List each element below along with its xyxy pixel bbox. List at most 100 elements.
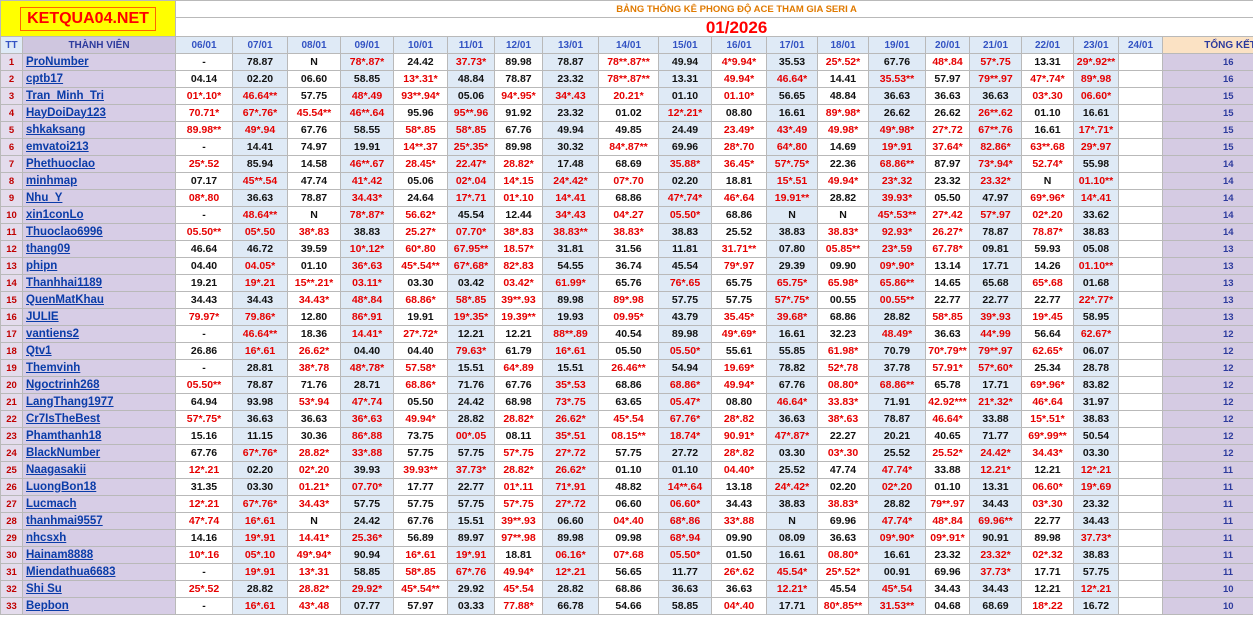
score-cell: 01.68	[1073, 274, 1120, 292]
row-number: 10	[0, 206, 23, 224]
table-row: 22 Cr7IsTheBest 57*.75* 36.63 36.63 36*.63 49.…	[0, 410, 1253, 428]
member-name-link[interactable]: Tran_Minh_Tri	[21, 87, 177, 105]
member-name-link[interactable]: vantiens2	[21, 325, 177, 343]
member-name-link[interactable]: Qtv1	[21, 342, 177, 360]
member-name-link[interactable]: Phethuoclao	[21, 155, 177, 173]
score-cell: 06.60*	[1021, 478, 1075, 496]
score-cell: 65.68	[969, 274, 1023, 292]
score-cell: 19*.21	[232, 274, 289, 292]
score-cell: 17*.71*	[1073, 121, 1120, 139]
member-name-link[interactable]: Phamthanh18	[21, 427, 177, 445]
score-cell: 24.49	[658, 121, 713, 139]
score-cell: 69.96	[925, 563, 971, 581]
member-name-link[interactable]: emvatoi213	[21, 138, 177, 156]
score-cell: 12*.21	[1073, 580, 1120, 598]
score-cell: 67.76	[287, 121, 342, 139]
score-cell: 48.84	[447, 70, 496, 88]
member-name-link[interactable]: thang09	[21, 240, 177, 258]
score-cell: 55.98	[1073, 155, 1120, 173]
score-cell: 19.91	[393, 308, 449, 326]
score-cell: 16.61	[1021, 121, 1075, 139]
member-name-link[interactable]: xin1conLo	[21, 206, 177, 224]
member-name-link[interactable]: LangThang1977	[21, 393, 177, 411]
score-cell: 49*.98*	[868, 121, 927, 139]
score-cell: 14.69	[817, 138, 870, 156]
score-cell: 90.91*	[711, 427, 768, 445]
score-cell: 58.95	[1073, 308, 1120, 326]
score-cell: 64*.89	[494, 359, 544, 377]
score-cell: 25.36*	[340, 529, 395, 547]
member-name-link[interactable]: Thuoclao6996	[21, 223, 177, 241]
score-cell: 03.42	[447, 274, 496, 292]
member-name-link[interactable]: LuongBon18	[21, 478, 177, 496]
member-name-link[interactable]: Ngoctrinh268	[21, 376, 177, 394]
score-cell: 12*.21	[175, 461, 234, 479]
header-total: TỔNG KẾT	[1162, 36, 1253, 54]
score-cell: 03*.30	[1021, 495, 1075, 513]
header-date: 23/01	[1073, 36, 1120, 54]
score-cell: 01.10	[287, 257, 342, 275]
score-cell: 06.60	[598, 495, 660, 513]
score-cell: 68.98	[494, 393, 544, 411]
score-cell: 37.73*	[969, 563, 1023, 581]
score-cell: 23.32*	[969, 546, 1023, 564]
table-row: 18 Qtv1 26.86 16*.61 26.62* 04.40 04.40 79.63* 6…	[0, 342, 1253, 360]
member-name-link[interactable]: Nhu_Y	[21, 189, 177, 207]
member-name-link[interactable]: JULIE	[21, 308, 177, 326]
member-name-link[interactable]: Naagasakii	[21, 461, 177, 479]
score-cell: 18*.22	[1021, 597, 1075, 615]
header-date: 11/01	[447, 36, 496, 54]
member-name-link[interactable]: Shi Su	[21, 580, 177, 598]
score-cell: 36.63	[925, 325, 971, 343]
member-name-link[interactable]: QuenMatKhau	[21, 291, 177, 309]
row-number: 32	[0, 580, 23, 598]
score-cell: 39.93	[340, 461, 395, 479]
member-name-link[interactable]: HayDoiDay123	[21, 104, 177, 122]
member-name-link[interactable]: Bepbon	[21, 597, 177, 615]
score-cell	[1118, 495, 1164, 513]
member-name-link[interactable]: Thanhhai1189	[21, 274, 177, 292]
member-name-link[interactable]: Cr7IsTheBest	[21, 410, 177, 428]
score-cell: 67*.76*	[232, 495, 289, 513]
score-cell: 23.32	[1073, 495, 1120, 513]
member-name-link[interactable]: thanhmai9557	[21, 512, 177, 530]
member-name-link[interactable]: minhmap	[21, 172, 177, 190]
score-cell: 08.11	[494, 427, 544, 445]
member-name-link[interactable]: shkaksang	[21, 121, 177, 139]
member-name-link[interactable]: Lucmach	[21, 495, 177, 513]
score-cell: 08.15**	[598, 427, 660, 445]
score-cell	[1118, 53, 1164, 71]
score-cell: 22.47*	[447, 155, 496, 173]
score-cell: 34.43*	[287, 495, 342, 513]
score-cell: 12.21	[447, 325, 496, 343]
score-cell: 57.75	[1073, 563, 1120, 581]
score-cell: 17.71	[766, 597, 819, 615]
member-name-link[interactable]: BlackNumber	[21, 444, 177, 462]
table-row: 19 Themvinh -28.81 38*.78 48*.78* 57.58* 15.51…	[0, 359, 1253, 377]
score-cell: 67.76	[494, 121, 544, 139]
score-cell: 45.54*	[766, 563, 819, 581]
score-cell: 19*.91	[447, 546, 496, 564]
score-cell: 25.27*	[393, 223, 449, 241]
member-name-link[interactable]: phipn	[21, 257, 177, 275]
score-cell: 18.81	[494, 546, 544, 564]
score-cell: 04*.40	[711, 597, 768, 615]
member-name-link[interactable]: Hainam8888	[21, 546, 177, 564]
score-cell: 23.49*	[711, 121, 768, 139]
member-name-link[interactable]: nhcsxh	[21, 529, 177, 547]
member-name-link[interactable]: cptb17	[21, 70, 177, 88]
row-number: 14	[0, 274, 23, 292]
score-cell: 16*.61	[542, 342, 600, 360]
score-cell: 48*.78*	[340, 359, 395, 377]
member-name-link[interactable]: Themvinh	[21, 359, 177, 377]
score-cell: 24*.42*	[542, 172, 600, 190]
score-cell: 02.20	[817, 478, 870, 496]
score-cell: 35.53**	[868, 70, 927, 88]
member-name-link[interactable]: ProNumber	[21, 53, 177, 71]
score-cell: 55.85	[766, 342, 819, 360]
score-cell: 23.32	[925, 546, 971, 564]
site-logo[interactable]: KETQUA04.NET	[20, 6, 156, 31]
member-name-link[interactable]: Miendathua6683	[21, 563, 177, 581]
score-cell: 12.80	[287, 308, 342, 326]
score-cell	[1118, 427, 1164, 445]
